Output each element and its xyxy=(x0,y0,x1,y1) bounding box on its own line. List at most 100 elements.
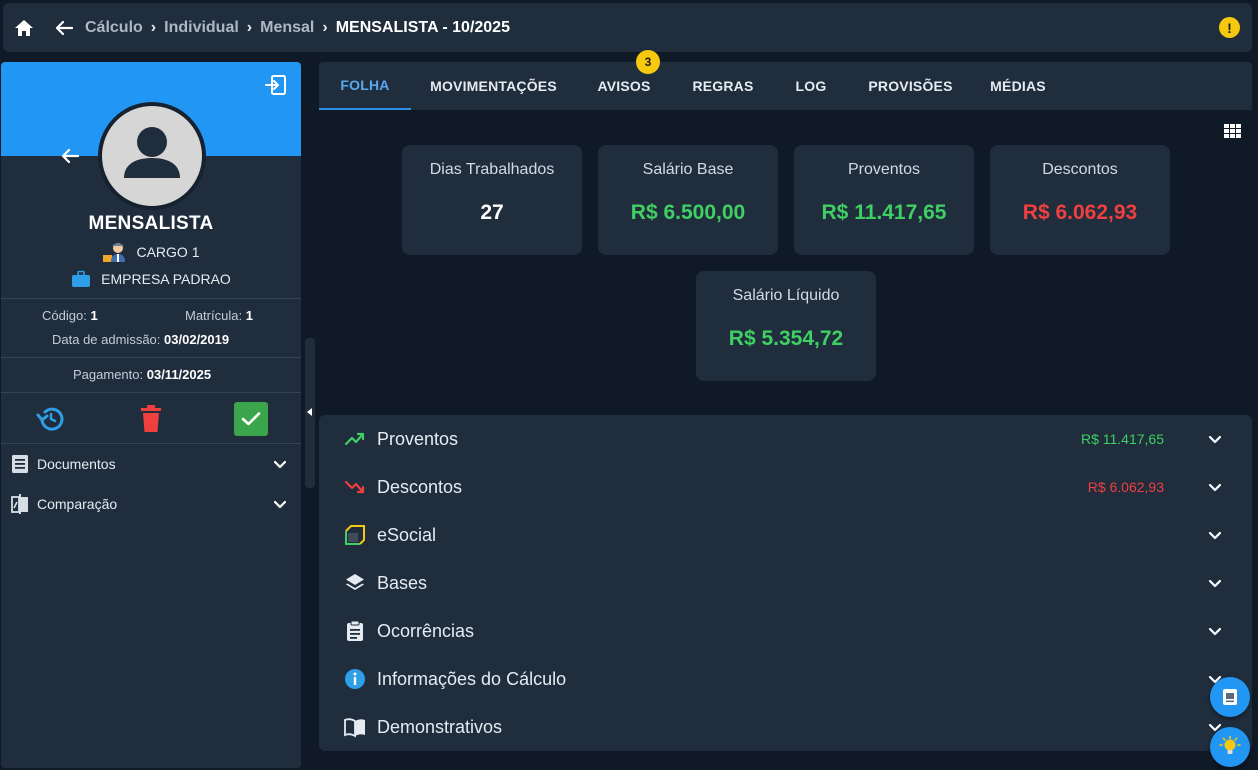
chevron-down-icon xyxy=(273,500,287,509)
chevron-right-icon: › xyxy=(150,18,157,36)
tab-medias[interactable]: MÉDIAS xyxy=(973,62,1063,110)
card-value: 27 xyxy=(480,201,504,224)
lightbulb-icon xyxy=(1219,736,1241,754)
section-title: Bases xyxy=(377,572,428,593)
exit-icon[interactable] xyxy=(265,74,287,96)
tab-provisoes[interactable]: PROVISÕES xyxy=(848,62,973,110)
card-value: R$ 11.417,65 xyxy=(821,201,947,224)
warning-icon[interactable]: ! xyxy=(1219,17,1240,38)
card-salario-liquido: Salário Líquido R$ 5.354,72 xyxy=(696,271,876,381)
card-proventos: Proventos R$ 11.417,65 xyxy=(794,145,974,255)
collapse-arrow-icon[interactable] xyxy=(306,407,314,417)
check-icon xyxy=(241,412,261,426)
notification-badge: 3 xyxy=(636,50,660,74)
clipboard-icon xyxy=(347,620,363,641)
breadcrumb-item-individual[interactable]: Individual xyxy=(164,19,239,37)
card-label: Descontos xyxy=(1042,161,1118,178)
card-label: Salário Líquido xyxy=(732,287,840,304)
section-title: Proventos xyxy=(377,428,459,449)
section-bases[interactable]: Bases xyxy=(319,559,1252,607)
section-title: Informações do Cálculo xyxy=(377,668,567,689)
card-descontos: Descontos R$ 6.062,93 xyxy=(990,145,1170,255)
tab-avisos[interactable]: AVISOS 3 xyxy=(576,50,672,110)
admission-date: Data de admissão: 03/02/2019 xyxy=(52,332,230,347)
employee-panel: MENSALISTA CARGO 1 EMPRESA PADRAO Código… xyxy=(1,62,301,768)
menu-documentos[interactable]: Documentos xyxy=(1,444,301,484)
card-salario-base: Salário Base R$ 6.500,00 xyxy=(598,145,778,255)
section-title: eSocial xyxy=(377,524,437,545)
chevron-down-icon xyxy=(1208,579,1222,588)
employee-registration: Matrícula: 1 xyxy=(185,308,253,323)
avatar xyxy=(98,102,206,210)
employee-company: EMPRESA PADRAO xyxy=(1,270,301,288)
divider xyxy=(1,357,301,358)
book-icon xyxy=(344,718,365,738)
home-icon[interactable] xyxy=(13,17,35,39)
chevron-down-icon xyxy=(273,460,287,469)
breadcrumb: Cálculo › Individual › Mensal › MENSALIS… xyxy=(85,19,510,37)
esocial-icon xyxy=(345,525,365,545)
employee-role: CARGO 1 xyxy=(1,240,301,264)
grid-view-icon[interactable] xyxy=(1224,124,1241,138)
report-icon xyxy=(1223,689,1237,705)
breadcrumb-item-calculo[interactable]: Cálculo xyxy=(85,19,143,37)
card-value: R$ 6.500,00 xyxy=(630,201,746,224)
info-icon xyxy=(345,669,365,689)
recalculate-button[interactable] xyxy=(33,401,69,437)
card-value: R$ 6.062,93 xyxy=(1022,201,1138,224)
chevron-right-icon: › xyxy=(246,18,253,36)
divider xyxy=(1,298,301,299)
employee-company-label: EMPRESA PADRAO xyxy=(101,271,231,287)
back-arrow-icon[interactable] xyxy=(61,148,81,168)
section-descontos[interactable]: Descontos R$ 6.062,93 xyxy=(319,463,1252,511)
tab-avisos-label: AVISOS xyxy=(597,78,651,94)
chevron-down-icon xyxy=(1208,435,1222,444)
trending-up-icon xyxy=(344,432,365,446)
chevron-right-icon: › xyxy=(322,18,328,36)
breadcrumb-item-mensal[interactable]: Mensal xyxy=(260,19,314,37)
user-icon xyxy=(124,127,180,178)
card-label: Dias Trabalhados xyxy=(429,161,555,178)
document-icon xyxy=(12,455,28,473)
trash-icon xyxy=(141,405,161,432)
briefcase-icon xyxy=(72,270,91,287)
trending-down-icon xyxy=(344,480,365,494)
tab-regras[interactable]: REGRAS xyxy=(672,62,774,110)
section-value: R$ 11.417,65 xyxy=(1080,431,1164,447)
section-demonstrativos[interactable]: Demonstrativos xyxy=(319,703,1252,751)
tips-fab-button[interactable] xyxy=(1210,727,1250,767)
tab-bar: FOLHA MOVIMENTAÇÕES AVISOS 3 REGRAS LOG … xyxy=(319,50,1252,110)
compare-icon xyxy=(11,494,28,514)
section-title: Descontos xyxy=(377,476,463,497)
delete-button[interactable] xyxy=(133,401,169,437)
section-esocial[interactable]: eSocial xyxy=(319,511,1252,559)
menu-comparacao[interactable]: Comparação xyxy=(1,484,301,524)
top-bar: Cálculo › Individual › Mensal › MENSALIS… xyxy=(3,3,1252,52)
tab-movimentacoes[interactable]: MOVIMENTAÇÕES xyxy=(411,62,576,110)
layers-icon xyxy=(346,574,364,590)
report-fab-button[interactable] xyxy=(1210,677,1250,717)
restore-icon xyxy=(36,407,64,431)
section-proventos[interactable]: Proventos R$ 11.417,65 xyxy=(319,415,1252,463)
menu-comparacao-label: Comparação xyxy=(37,496,118,512)
menu-documentos-label: Documentos xyxy=(37,456,116,472)
card-value: R$ 5.354,72 xyxy=(728,327,844,350)
worker-icon xyxy=(103,243,126,262)
approve-button[interactable] xyxy=(234,402,268,436)
section-title: Demonstrativos xyxy=(377,716,503,737)
chevron-down-icon xyxy=(1208,531,1222,540)
chevron-down-icon xyxy=(1208,627,1222,636)
breadcrumb-current: MENSALISTA - 10/2025 xyxy=(335,18,510,36)
section-value: R$ 6.062,93 xyxy=(1087,479,1164,495)
tab-log[interactable]: LOG xyxy=(774,62,848,110)
back-arrow-icon[interactable] xyxy=(53,17,75,39)
section-ocorrencias[interactable]: Ocorrências xyxy=(319,607,1252,655)
section-informacoes-calculo[interactable]: Informações do Cálculo xyxy=(319,655,1252,703)
tab-folha[interactable]: FOLHA xyxy=(319,62,411,110)
payment-date: Pagamento: 03/11/2025 xyxy=(73,367,212,382)
employee-name: MENSALISTA xyxy=(88,213,214,234)
sections-accordion: Proventos R$ 11.417,65 Descontos R$ 6.06… xyxy=(319,415,1252,751)
employee-code: Código: 1 xyxy=(42,308,98,323)
card-dias-trabalhados: Dias Trabalhados 27 xyxy=(402,145,582,255)
card-label: Salário Base xyxy=(642,161,734,178)
